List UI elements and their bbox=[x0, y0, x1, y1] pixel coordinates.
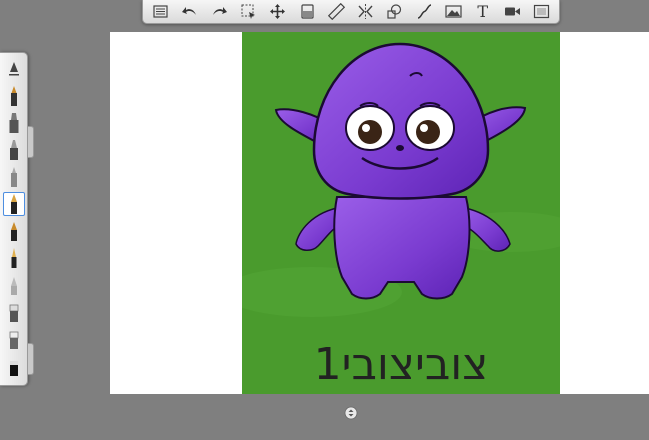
brush-palette-lower-handle[interactable] bbox=[28, 343, 34, 375]
paint-brush-icon[interactable] bbox=[3, 138, 25, 162]
fine-pen-icon[interactable] bbox=[3, 246, 25, 270]
text-tool-label: T bbox=[477, 1, 489, 21]
ink-pen-icon[interactable] bbox=[3, 192, 25, 216]
eraser-black-icon[interactable] bbox=[3, 354, 25, 378]
shapes-icon[interactable] bbox=[383, 1, 407, 23]
airbrush-icon[interactable] bbox=[3, 165, 25, 189]
selection-icon[interactable] bbox=[236, 1, 260, 23]
brush-properties-icon[interactable] bbox=[3, 57, 25, 81]
symmetry-icon[interactable] bbox=[354, 1, 378, 23]
artwork-caption: צוביצובי1 bbox=[313, 338, 489, 390]
video-record-icon[interactable] bbox=[500, 1, 524, 23]
undo-icon[interactable] bbox=[178, 1, 202, 23]
brush-palette-upper-handle[interactable] bbox=[28, 126, 34, 158]
redo-icon[interactable] bbox=[207, 1, 231, 23]
eraser-icon[interactable] bbox=[3, 327, 25, 351]
collapse-toggle-icon[interactable] bbox=[344, 406, 358, 420]
transform-icon[interactable] bbox=[266, 1, 290, 23]
pen-icon[interactable] bbox=[3, 219, 25, 243]
fullscreen-icon[interactable] bbox=[529, 1, 553, 23]
blur-icon[interactable] bbox=[3, 300, 25, 324]
pencil-icon[interactable] bbox=[3, 84, 25, 108]
text-tool-icon[interactable]: T bbox=[471, 1, 495, 23]
image-import-icon[interactable] bbox=[441, 1, 465, 23]
top-toolbar: T bbox=[142, 0, 560, 24]
fill-icon[interactable] bbox=[295, 1, 319, 23]
curve-icon[interactable] bbox=[412, 1, 436, 23]
ruler-icon[interactable] bbox=[324, 1, 348, 23]
layers-icon[interactable] bbox=[149, 1, 173, 23]
smudge-icon[interactable] bbox=[3, 273, 25, 297]
brush-palette bbox=[0, 52, 28, 386]
marker-icon[interactable] bbox=[3, 111, 25, 135]
